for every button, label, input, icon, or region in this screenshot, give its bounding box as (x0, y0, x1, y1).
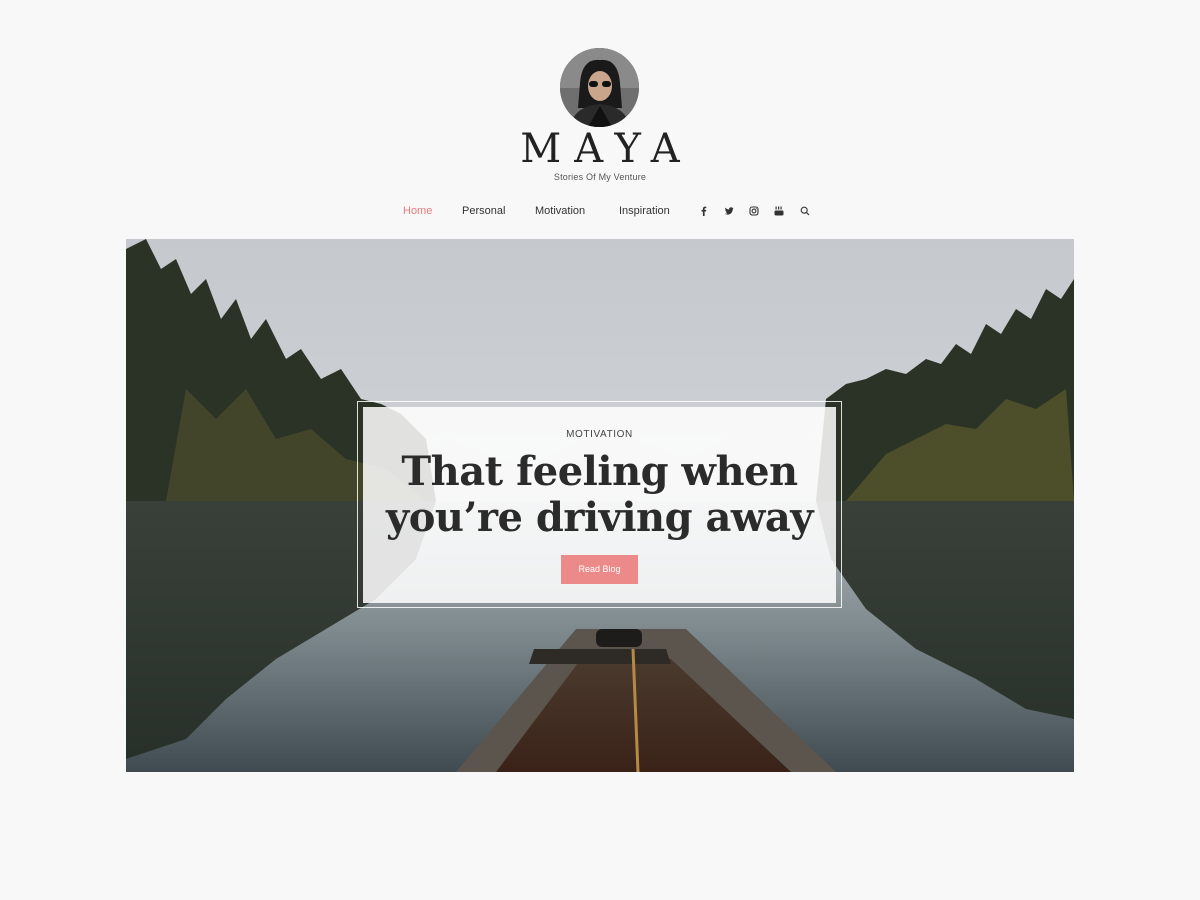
page: MAYA Stories Of My Venture Home Personal… (0, 0, 1200, 900)
author-avatar[interactable] (560, 48, 639, 127)
hero-banner: MOTIVATION That feeling when you’re driv… (126, 239, 1074, 772)
site-tagline: Stories Of My Venture (553, 172, 647, 182)
nav-item-inspiration[interactable]: Inspiration (619, 202, 670, 220)
hero-card: MOTIVATION That feeling when you’re driv… (363, 407, 836, 603)
nav-item-motivation[interactable]: Motivation (535, 202, 585, 220)
post-title[interactable]: That feeling when you’re driving away (363, 449, 836, 541)
read-blog-button[interactable]: Read Blog (561, 555, 638, 584)
site-title[interactable]: MAYA (0, 126, 1200, 172)
facebook-icon[interactable] (698, 205, 710, 217)
nav-item-home[interactable]: Home (403, 202, 432, 220)
instagram-icon[interactable] (748, 205, 760, 217)
youtube-icon[interactable] (773, 205, 785, 217)
twitter-icon[interactable] (723, 205, 735, 217)
nav-item-personal[interactable]: Personal (462, 202, 505, 220)
search-icon[interactable] (799, 205, 811, 217)
post-category[interactable]: MOTIVATION (363, 429, 836, 440)
main-nav: Home Personal Motivation Inspiration (0, 202, 1200, 220)
